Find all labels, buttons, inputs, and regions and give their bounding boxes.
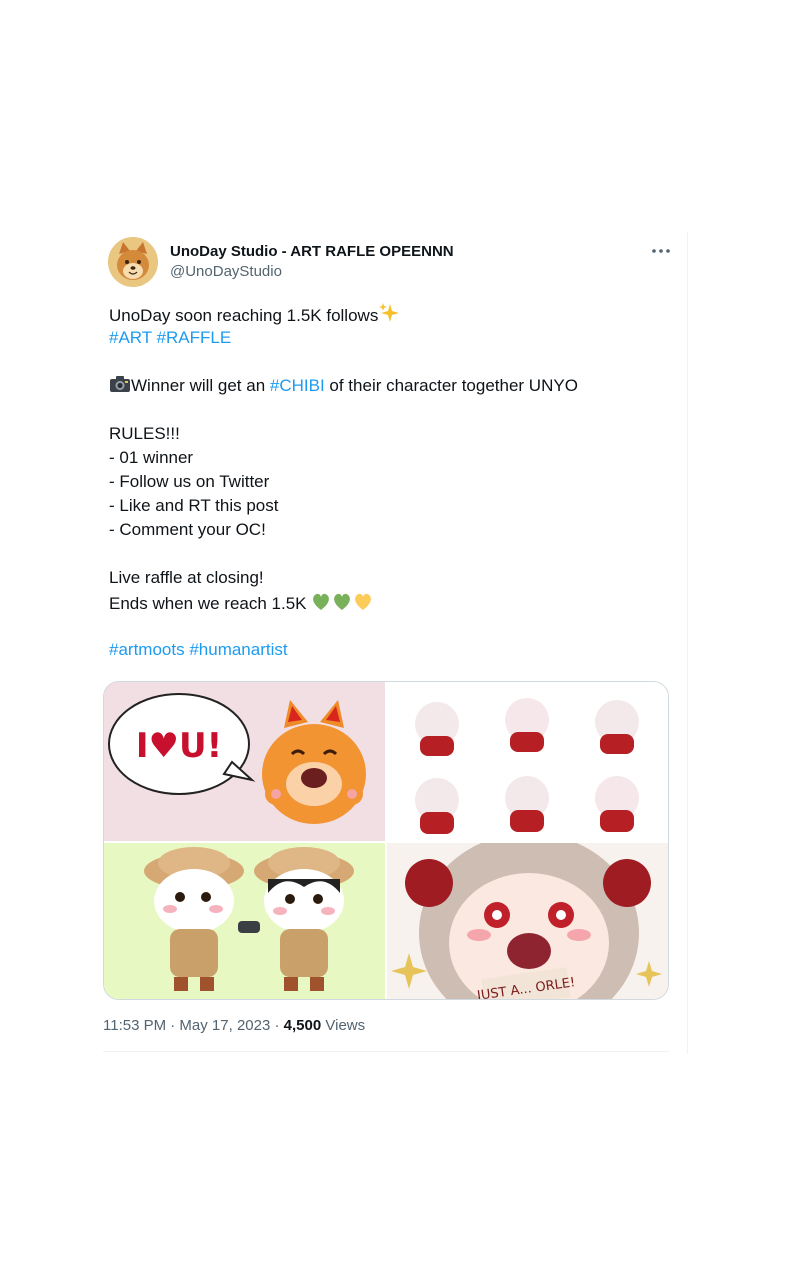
avatar[interactable] bbox=[108, 237, 158, 287]
hearts-icon bbox=[311, 590, 373, 619]
tweet-meta: 11:53 PM · May 17, 2023 · 4,500 Views bbox=[103, 1016, 365, 1036]
divider bbox=[103, 1051, 669, 1052]
hashtag-chibi[interactable]: #CHIBI bbox=[270, 376, 325, 395]
sparkles-icon bbox=[378, 302, 400, 331]
tweet-line-tags2: #artmoots #humanartist bbox=[109, 638, 669, 662]
tweet-line-winner: Winner will get an #CHIBI of their chara… bbox=[109, 374, 669, 398]
hashtag-art[interactable]: #ART bbox=[109, 328, 152, 347]
author-display-name[interactable]: UnoDay Studio - ART RAFLE OPEENNN bbox=[170, 242, 454, 262]
winner-text-pre: Winner will get an bbox=[131, 376, 270, 395]
media-image-fox-iloveu[interactable]: I♥U! bbox=[104, 682, 385, 841]
more-horizontal-icon[interactable] bbox=[649, 239, 673, 263]
shiba-dog-avatar-icon bbox=[108, 237, 158, 287]
winner-text-post: of their character together UNYO bbox=[324, 376, 578, 395]
tweet-card[interactable]: UnoDay Studio - ART RAFLE OPEENNN @UnoDa… bbox=[103, 232, 688, 1054]
rules-heading: RULES!!! bbox=[109, 424, 180, 443]
media-image-chibi-sheet[interactable] bbox=[387, 682, 668, 841]
hashtag-artmoots[interactable]: #artmoots bbox=[109, 640, 185, 659]
ends-text: Ends when we reach 1.5K bbox=[109, 594, 312, 613]
reaching-text: UnoDay soon reaching 1.5K follows bbox=[109, 306, 379, 325]
media-image-chibi-closeup[interactable]: JUST A... ORLE! bbox=[387, 843, 668, 999]
tweet-line-reaching: UnoDay soon reaching 1.5K follows bbox=[109, 302, 669, 326]
media-image-explorer-cats[interactable] bbox=[104, 843, 385, 999]
author-names: UnoDay Studio - ART RAFLE OPEENNN @UnoDa… bbox=[170, 242, 454, 282]
views-count: 4,500 bbox=[283, 1017, 322, 1034]
rule-item: - Like and RT this post bbox=[109, 496, 279, 515]
camera-icon bbox=[109, 374, 131, 401]
closing-text: Live raffle at closing! bbox=[109, 568, 264, 587]
tweet-header: UnoDay Studio - ART RAFLE OPEENNN @UnoDa… bbox=[108, 237, 678, 287]
tweet-text: UnoDay soon reaching 1.5K follows #ART #… bbox=[109, 302, 669, 662]
rule-item: - Comment your OC! bbox=[109, 520, 266, 539]
tweet-timestamp[interactable]: 11:53 PM · May 17, 2023 bbox=[103, 1017, 270, 1034]
author-handle[interactable]: @UnoDayStudio bbox=[170, 262, 454, 282]
hashtag-humanartist[interactable]: #humanartist bbox=[189, 640, 287, 659]
meta-separator: · bbox=[270, 1017, 284, 1034]
media-grid: I♥U! JUST A... ORLE! bbox=[103, 681, 669, 1000]
rule-item: - Follow us on Twitter bbox=[109, 472, 270, 491]
iloveu-text: I♥U! bbox=[136, 726, 222, 766]
rule-item: - 01 winner bbox=[109, 448, 194, 467]
tweet-line-ends: Ends when we reach 1.5K bbox=[109, 590, 669, 614]
views-label: Views bbox=[321, 1017, 366, 1034]
hashtag-raffle[interactable]: #RAFFLE bbox=[157, 328, 232, 347]
